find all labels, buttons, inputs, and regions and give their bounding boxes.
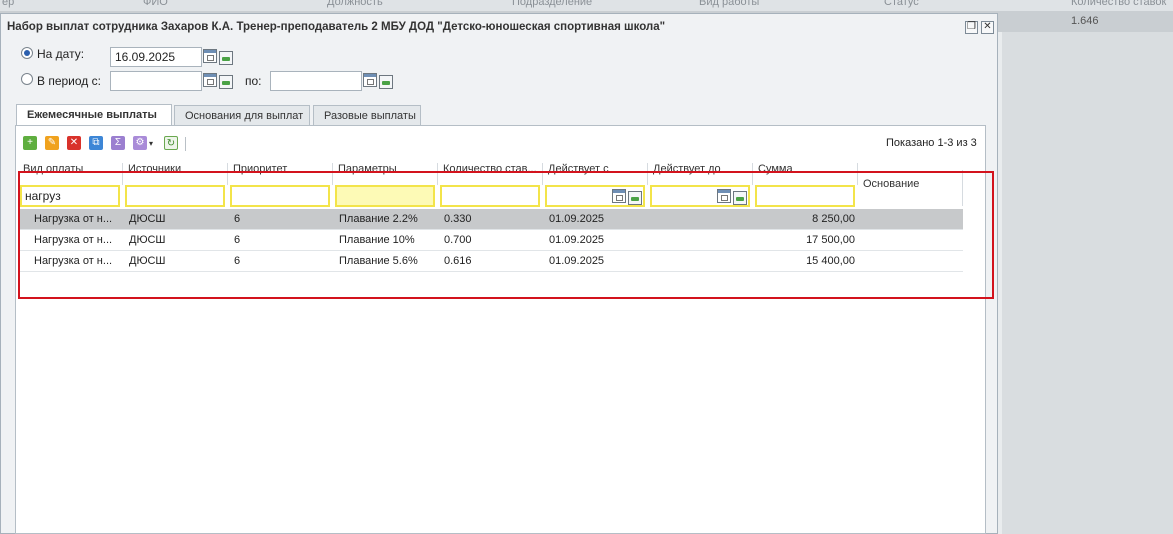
bg-col-header: Статус	[884, 0, 919, 8]
filter-sources-input[interactable]	[125, 185, 225, 207]
col-header-payment-type[interactable]: Вид оплаты	[19, 163, 123, 185]
cell-parameters: Плавание 2.2%	[339, 213, 418, 225]
cell-priority: 6	[234, 234, 241, 246]
paging-info: Показано 1-3 из 3	[886, 137, 977, 149]
cell-valid-from: 01.09.2025	[549, 213, 605, 225]
table-row[interactable]: Нагрузка от н... ДЮСШ 6 Плавание 10% 0.7…	[19, 230, 963, 251]
cell-amount: 8 250,00	[812, 213, 855, 225]
settings-icon[interactable]: ⚙	[133, 136, 147, 150]
table-row[interactable]: Нагрузка от н... ДЮСШ 6 Плавание 2.2% 0.…	[19, 209, 963, 230]
close-window-button[interactable]: ✕	[981, 21, 994, 34]
cell-rate-qty: 0.700	[444, 234, 472, 246]
cell-payment-type: Нагрузка от н...	[34, 255, 113, 267]
toolbar-divider	[185, 137, 186, 151]
sum-icon[interactable]: Σ	[111, 136, 125, 150]
filter-parameters-input[interactable]	[335, 185, 435, 207]
bg-col-header: Вид работы	[699, 0, 760, 8]
calendar-icon[interactable]	[717, 189, 731, 203]
period-from-field[interactable]	[110, 71, 202, 91]
cell-rate-qty: 0.330	[444, 213, 472, 225]
col-header-valid-from[interactable]: Действует с	[544, 163, 648, 185]
refresh-icon[interactable]: ↻	[164, 136, 178, 150]
col-header-amount[interactable]: Сумма	[754, 163, 858, 185]
restore-window-button[interactable]: ❐	[965, 21, 978, 34]
bg-col-header: ФИО	[143, 0, 168, 8]
bg-col-header: Подразделение	[512, 0, 593, 8]
cell-source: ДЮСШ	[129, 213, 166, 225]
bg-col-header: ер	[2, 0, 15, 8]
on-date-field[interactable]: 16.09.2025	[110, 47, 202, 67]
filter-rate-qty-input[interactable]	[440, 185, 540, 207]
cell-rate-qty: 0.616	[444, 255, 472, 267]
cell-source: ДЮСШ	[129, 255, 166, 267]
cell-parameters: Плавание 5.6%	[339, 255, 418, 267]
period-to-label: по:	[245, 74, 262, 88]
col-header-valid-to[interactable]: Действует до	[649, 163, 753, 185]
bg-col-header: Количество ставок	[1071, 0, 1167, 8]
dialog-title: Набор выплат сотрудника Захаров К.А. Тре…	[7, 21, 666, 33]
col-header-rate-qty[interactable]: Количество став...	[439, 163, 543, 185]
col-header-basis[interactable]: Основание	[859, 170, 963, 206]
bg-cell-value: 1.646	[1071, 15, 1099, 27]
delete-icon[interactable]: ✕	[67, 136, 81, 150]
clear-date-icon[interactable]	[628, 191, 642, 205]
period-from-label: В период с:	[37, 74, 101, 88]
table-row[interactable]: Нагрузка от н... ДЮСШ 6 Плавание 5.6% 0.…	[19, 251, 963, 272]
background-grid-header: ер ФИО Должность Подразделение Вид работ…	[0, 0, 1173, 12]
calendar-icon[interactable]	[203, 73, 217, 87]
col-header-parameters[interactable]: Параметры	[334, 163, 438, 185]
calendar-icon[interactable]	[612, 189, 626, 203]
filter-priority-input[interactable]	[230, 185, 330, 207]
cell-amount: 17 500,00	[806, 234, 855, 246]
copy-icon[interactable]: ⧉	[89, 136, 103, 150]
on-date-label: На дату:	[37, 47, 85, 61]
filter-payment-type-input[interactable]: нагруз	[20, 185, 120, 207]
tab-payment-grounds[interactable]: Основания для выплат	[174, 105, 310, 125]
clear-date-icon[interactable]	[379, 75, 393, 89]
on-date-radio[interactable]	[21, 47, 33, 59]
cell-amount: 15 400,00	[806, 255, 855, 267]
add-icon[interactable]: +	[23, 136, 37, 150]
calendar-icon[interactable]	[203, 49, 217, 63]
calendar-icon[interactable]	[363, 73, 377, 87]
cell-priority: 6	[234, 255, 241, 267]
cell-source: ДЮСШ	[129, 234, 166, 246]
tab-monthly-payments[interactable]: Ежемесячные выплаты	[16, 104, 172, 126]
background-grid-area	[1002, 32, 1173, 534]
edit-icon[interactable]: ✎	[45, 136, 59, 150]
clear-date-icon[interactable]	[219, 75, 233, 89]
clear-date-icon[interactable]	[219, 51, 233, 65]
col-header-priority[interactable]: Приоритет	[229, 163, 333, 185]
cell-priority: 6	[234, 213, 241, 225]
cell-payment-type: Нагрузка от н...	[34, 234, 113, 246]
cell-valid-from: 01.09.2025	[549, 234, 605, 246]
period-radio[interactable]	[21, 73, 33, 85]
cell-parameters: Плавание 10%	[339, 234, 415, 246]
dropdown-arrow-icon[interactable]: ▾	[149, 139, 153, 148]
bg-col-header: Должность	[327, 0, 383, 8]
tab-one-time-payments[interactable]: Разовые выплаты	[313, 105, 421, 125]
col-header-sources[interactable]: Источники	[124, 163, 228, 185]
clear-date-icon[interactable]	[733, 191, 747, 205]
filter-amount-input[interactable]	[755, 185, 855, 207]
period-to-field[interactable]	[270, 71, 362, 91]
cell-valid-from: 01.09.2025	[549, 255, 605, 267]
cell-payment-type: Нагрузка от н...	[34, 213, 113, 225]
